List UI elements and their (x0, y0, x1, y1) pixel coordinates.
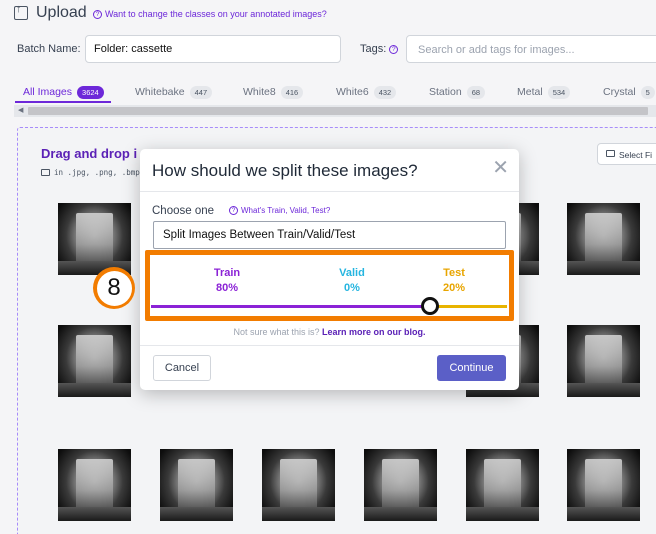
hint-text: Not sure what this is? (233, 327, 320, 337)
scroll-left-icon[interactable]: ◀ (18, 106, 23, 114)
tab-label: White8 (243, 86, 276, 98)
split-hint: Not sure what this is? Learn more on our… (140, 327, 519, 337)
active-tab-indicator (15, 101, 111, 103)
change-classes-text: Want to change the classes on your annot… (105, 9, 327, 19)
image-thumbnail[interactable] (58, 203, 131, 275)
image-thumbnail[interactable] (567, 325, 640, 397)
learn-more-link[interactable]: Learn more on our blog. (322, 327, 426, 337)
image-thumbnail[interactable] (567, 203, 640, 275)
tab-label: Whitebake (135, 86, 185, 98)
close-icon[interactable]: ✕ (492, 158, 509, 178)
dialog-title: How should we split these images? (152, 161, 418, 180)
highlight-box (145, 250, 514, 321)
image-thumbnail[interactable] (160, 449, 233, 521)
upload-icon (14, 3, 28, 20)
tab-white8[interactable]: White8 416 (243, 82, 304, 102)
image-thumbnail[interactable] (58, 449, 131, 521)
tabs-scrollbar[interactable]: ◀ (14, 105, 656, 117)
tab-label: Metal (517, 86, 543, 98)
image-thumbnail[interactable] (364, 449, 437, 521)
tab-label: All Images (23, 86, 73, 98)
page-title: Upload (36, 4, 87, 21)
tags-search-input[interactable]: Search or add tags for images... (406, 35, 656, 63)
help-icon[interactable]: ? (389, 44, 399, 54)
file-icon (606, 150, 615, 157)
split-method-select[interactable]: Split Images Between Train/Valid/Test (153, 221, 506, 249)
image-thumbnail[interactable] (262, 449, 335, 521)
select-files-button[interactable]: Select Fi (597, 143, 656, 165)
image-thumbnail[interactable] (58, 325, 131, 397)
tab-count-badge: 68 (466, 85, 486, 99)
tab-label: Crystal (603, 86, 636, 98)
tab-label: White6 (336, 86, 369, 98)
tab-station[interactable]: Station 68 (429, 82, 486, 102)
whats-link-text: What's Train, Valid, Test? (241, 206, 331, 215)
cancel-button[interactable]: Cancel (153, 355, 211, 381)
drop-zone-title: Drag and drop i (41, 146, 138, 161)
divider (140, 191, 519, 192)
whats-train-valid-test-link[interactable]: ? What's Train, Valid, Test? (229, 206, 330, 215)
divider (140, 345, 519, 346)
tab-count-badge: 447 (189, 85, 213, 99)
image-thumbnail[interactable] (466, 449, 539, 521)
tab-label: Station (429, 86, 462, 98)
tab-count-badge: 416 (280, 85, 304, 99)
batch-name-label: Batch Name: (17, 43, 81, 55)
scrollbar-thumb[interactable] (28, 107, 648, 115)
choose-one-label: Choose one (152, 205, 215, 217)
tab-white6[interactable]: White6 432 (336, 82, 397, 102)
formats-text: in .jpg, .png, .bmp, (54, 168, 145, 177)
help-icon: ? (93, 9, 102, 19)
tab-count-badge: 432 (373, 85, 397, 99)
help-icon: ? (229, 206, 238, 215)
tags-label-text: Tags: (360, 43, 387, 55)
tab-whitebake[interactable]: Whitebake 447 (135, 82, 213, 102)
tab-crystal[interactable]: Crystal 5 (603, 82, 655, 102)
tab-all-images[interactable]: All Images 3624 (23, 82, 104, 102)
image-icon (41, 169, 50, 176)
tab-metal[interactable]: Metal 534 (517, 82, 571, 102)
tab-count-badge: 534 (547, 85, 571, 99)
step-number: 8 (96, 270, 132, 306)
tab-count-badge: 3624 (77, 85, 104, 99)
step-badge: 8 (93, 267, 135, 309)
continue-button[interactable]: Continue (437, 355, 506, 381)
upload-header: Upload (14, 3, 87, 22)
image-thumbnail[interactable] (567, 449, 640, 521)
batch-name-input[interactable]: Folder: cassette (85, 35, 341, 63)
tab-count-badge: 5 (640, 85, 655, 99)
select-files-label: Select Fi (619, 150, 653, 160)
supported-formats: in .jpg, .png, .bmp, (41, 168, 144, 177)
tags-label: Tags: ? (360, 43, 399, 55)
change-classes-link[interactable]: ? Want to change the classes on your ann… (93, 9, 327, 19)
